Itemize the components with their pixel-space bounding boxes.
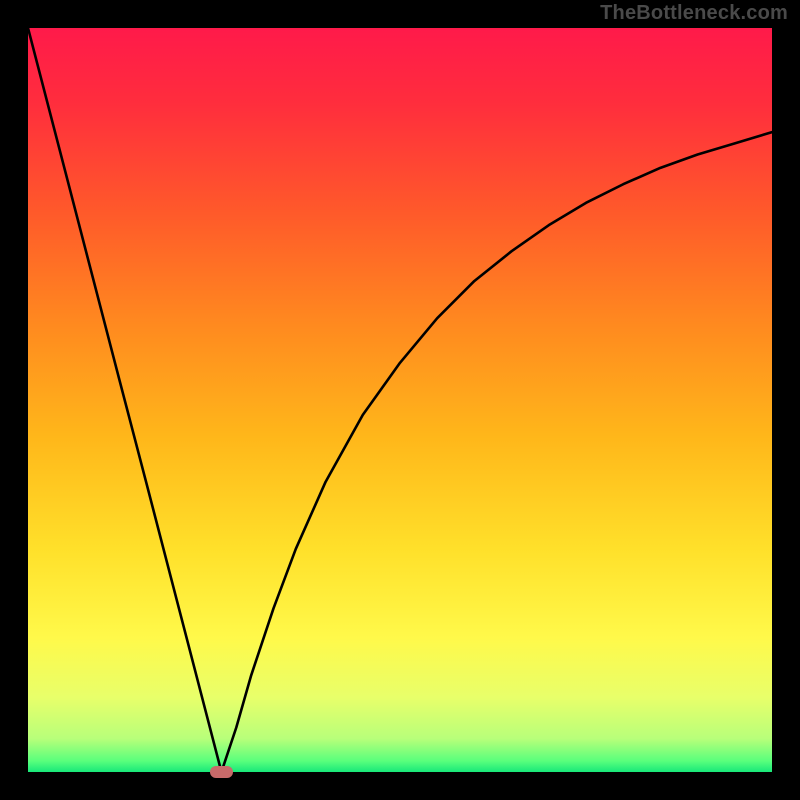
- bottleneck-marker: [210, 766, 234, 778]
- background-gradient: [28, 28, 772, 772]
- chart-frame: TheBottleneck.com: [0, 0, 800, 800]
- watermark-text: TheBottleneck.com: [600, 2, 788, 25]
- plot-area: [28, 28, 772, 772]
